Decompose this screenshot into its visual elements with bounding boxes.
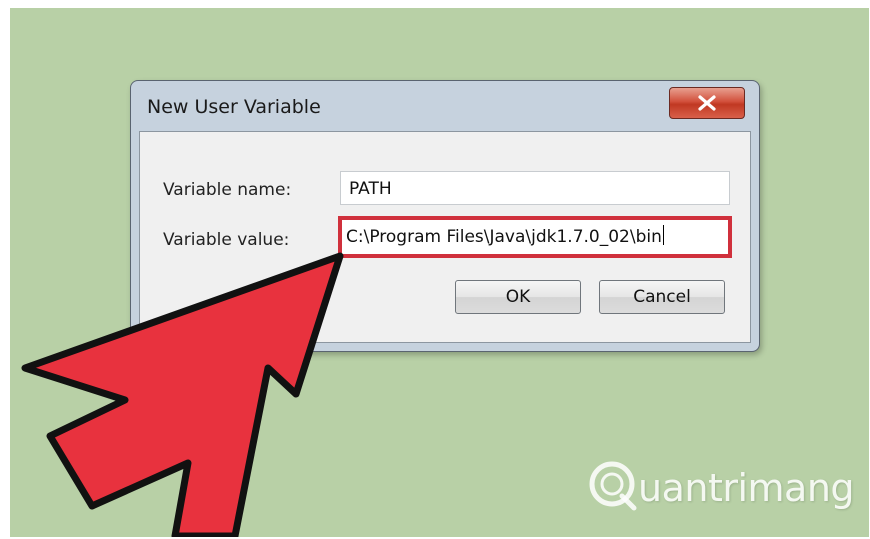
- watermark-text: uantrimang: [638, 466, 855, 510]
- watermark: uantrimang: [588, 456, 858, 516]
- background: New User Variable Variable name: PATH Va…: [10, 8, 869, 537]
- quantrimang-logo-icon: [589, 461, 637, 511]
